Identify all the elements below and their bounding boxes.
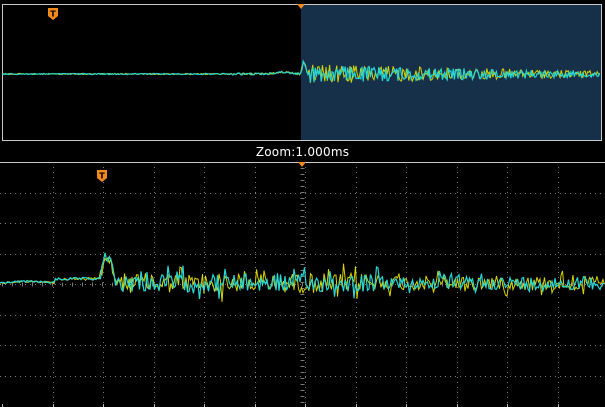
zoom-trigger-marker-label: T bbox=[99, 172, 105, 181]
zoom-waveform-panel: T bbox=[0, 162, 605, 407]
overview-waveform-panel: T bbox=[2, 4, 602, 141]
oscilloscope-display: T Zoom:1.000ms T bbox=[0, 0, 605, 407]
overview-trigger-marker-label: T bbox=[50, 10, 56, 19]
zoom-label: Zoom:1.000ms bbox=[255, 145, 350, 159]
